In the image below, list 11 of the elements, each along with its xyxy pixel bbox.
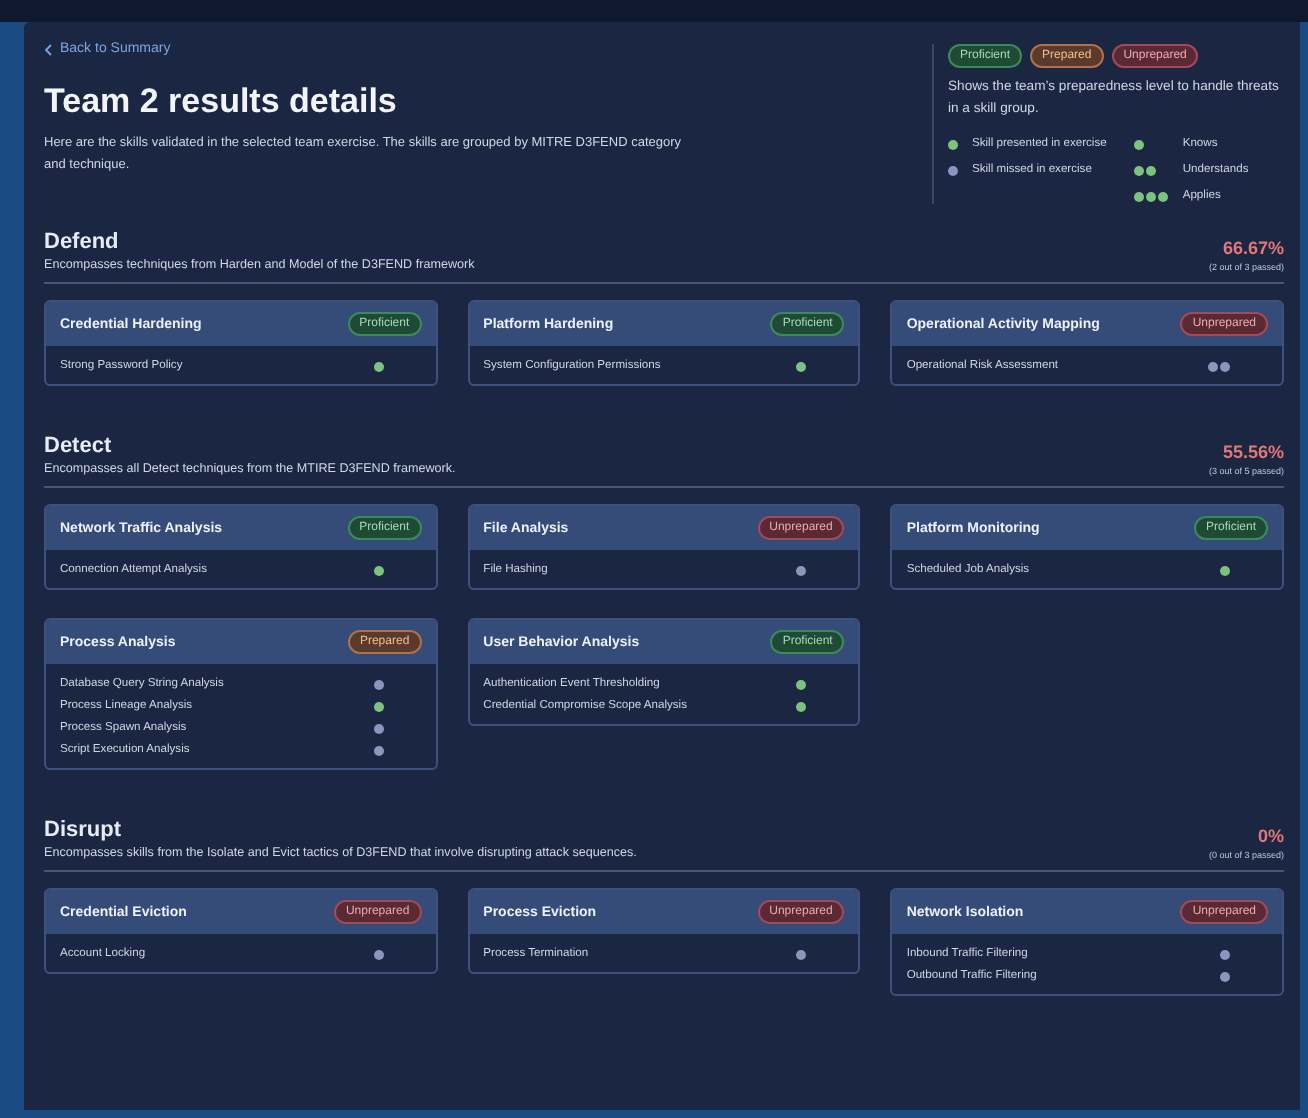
section-title: Defend	[44, 230, 121, 254]
skill-dots-icon	[1134, 165, 1159, 175]
section-percent: 55.56%	[1222, 442, 1284, 462]
section-percent: 66.67%	[1222, 238, 1284, 258]
page-title: Team 2 results details	[44, 82, 399, 122]
section-title: Disrupt	[44, 818, 123, 842]
section-title: Detect	[44, 434, 114, 458]
skill-dots-icon	[1134, 139, 1147, 149]
section-percent: 0%	[1257, 826, 1284, 846]
skill-dots-icon	[1134, 191, 1171, 201]
chevron-left-icon	[44, 43, 52, 55]
